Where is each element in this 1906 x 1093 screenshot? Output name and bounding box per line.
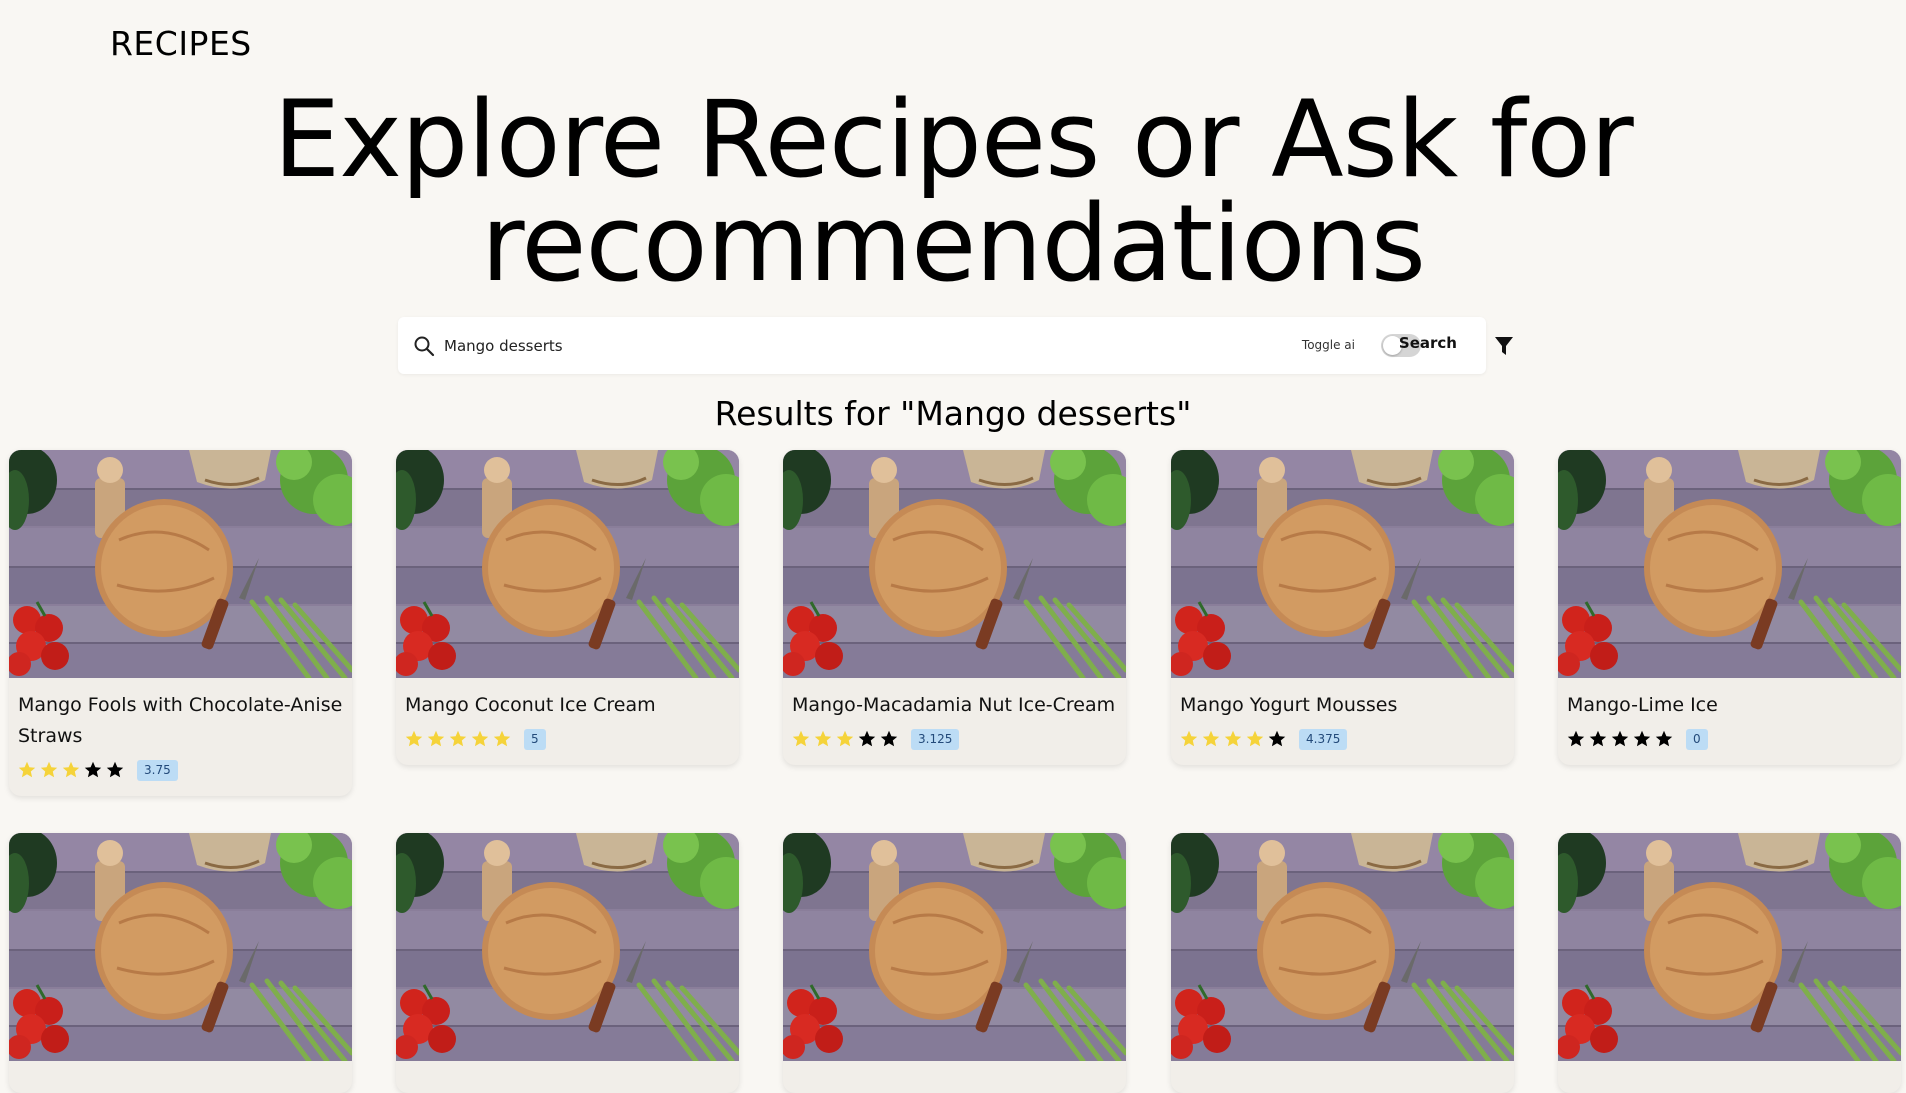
recipe-image[interactable] <box>396 450 739 678</box>
star-icon <box>1224 730 1242 747</box>
recipe-card[interactable]: Mango Fools with Chocolate-Anise Straws 3… <box>9 450 352 796</box>
star-icon <box>106 761 124 778</box>
filter-icon[interactable] <box>1494 335 1514 357</box>
star-rating <box>1567 730 1673 748</box>
star-icon <box>836 730 854 747</box>
recipe-image[interactable] <box>1171 450 1514 678</box>
search-icon <box>414 336 435 357</box>
brand-logo[interactable]: RECIPES <box>110 24 252 63</box>
star-icon <box>1202 730 1220 747</box>
star-icon <box>880 730 898 747</box>
recipe-card[interactable]: Mango Yogurt Mousses 4.375 <box>1171 450 1514 765</box>
star-icon <box>1567 730 1585 747</box>
star-icon <box>427 730 445 747</box>
hero-line-2: recommendations <box>480 182 1426 305</box>
recipe-title[interactable]: Mango-Lime Ice <box>1567 690 1892 721</box>
star-icon <box>1611 730 1629 747</box>
star-rating <box>405 730 511 748</box>
rating-badge: 3.75 <box>137 759 178 781</box>
star-rating <box>1180 730 1286 748</box>
hero-line-1: Explore Recipes or Ask for <box>273 78 1633 201</box>
search-button[interactable]: Search <box>1399 334 1457 352</box>
rating-row: 4.375 <box>1180 725 1505 753</box>
recipe-card[interactable] <box>396 833 739 1093</box>
star-icon <box>62 761 80 778</box>
toggle-ai-label: Toggle ai <box>1301 338 1355 352</box>
recipe-card[interactable]: Mango-Macadamia Nut Ice-Cream 3.125 <box>783 450 1126 765</box>
star-icon <box>1246 730 1264 747</box>
search-bar: Toggle ai Search <box>398 317 1486 374</box>
rating-row: 0 <box>1567 725 1892 753</box>
recipe-image[interactable] <box>1558 450 1901 678</box>
star-icon <box>858 730 876 747</box>
recipe-image[interactable] <box>9 450 352 678</box>
recipe-card[interactable]: Mango-Lime Ice 0 <box>1558 450 1901 765</box>
rating-row: 5 <box>405 725 730 753</box>
recipe-title[interactable]: Mango Fools with Chocolate-Anise Straws <box>18 690 343 752</box>
star-rating <box>792 730 898 748</box>
search-input[interactable] <box>442 329 1146 363</box>
star-icon <box>1655 730 1673 747</box>
recipe-card[interactable] <box>9 833 352 1093</box>
recipe-title[interactable]: Mango Yogurt Mousses <box>1180 690 1505 721</box>
recipe-image[interactable] <box>783 450 1126 678</box>
recipe-card[interactable] <box>1171 833 1514 1093</box>
recipe-image[interactable] <box>1171 833 1514 1061</box>
star-icon <box>449 730 467 747</box>
star-icon <box>1633 730 1651 747</box>
rating-badge: 0 <box>1686 728 1708 750</box>
rating-row: 3.75 <box>18 756 343 784</box>
rating-badge: 4.375 <box>1299 728 1348 750</box>
recipe-card[interactable]: Mango Coconut Ice Cream 5 <box>396 450 739 765</box>
rating-badge: 5 <box>524 728 546 750</box>
recipe-title[interactable]: Mango-Macadamia Nut Ice-Cream <box>792 690 1117 721</box>
star-rating <box>18 761 124 779</box>
recipe-title[interactable]: Mango Coconut Ice Cream <box>405 690 730 721</box>
recipe-image[interactable] <box>396 833 739 1061</box>
star-icon <box>405 730 423 747</box>
star-icon <box>792 730 810 747</box>
star-icon <box>493 730 511 747</box>
rating-badge: 3.125 <box>911 728 960 750</box>
recipe-image[interactable] <box>9 833 352 1061</box>
star-icon <box>1180 730 1198 747</box>
star-icon <box>84 761 102 778</box>
star-icon <box>40 761 58 778</box>
star-icon <box>18 761 36 778</box>
recipe-image[interactable] <box>1558 833 1901 1061</box>
results-title: Results for "Mango desserts" <box>714 394 1192 433</box>
hero-heading: Explore Recipes or Ask for recommendatio… <box>0 78 1906 305</box>
star-icon <box>814 730 832 747</box>
recipe-image[interactable] <box>783 833 1126 1061</box>
recipe-card[interactable] <box>783 833 1126 1093</box>
star-icon <box>1589 730 1607 747</box>
rating-row: 3.125 <box>792 725 1117 753</box>
recipe-card[interactable] <box>1558 833 1901 1093</box>
star-icon <box>1268 730 1286 747</box>
star-icon <box>471 730 489 747</box>
